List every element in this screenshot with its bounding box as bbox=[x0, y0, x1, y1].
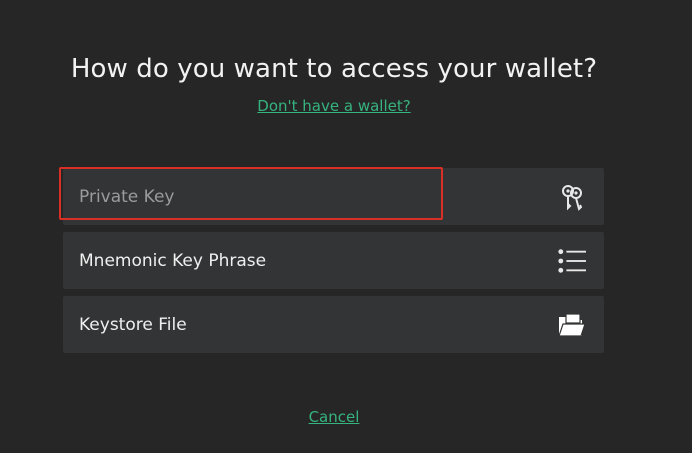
cancel-link[interactable]: Cancel bbox=[309, 408, 360, 426]
option-mnemonic-phrase[interactable]: Mnemonic Key Phrase bbox=[63, 232, 604, 289]
access-options-list: Private Key Mnemonic Key Phrase Keystore… bbox=[59, 167, 604, 360]
no-wallet-link[interactable]: Don't have a wallet? bbox=[257, 97, 410, 115]
dialog-title: How do you want to access your wallet? bbox=[70, 54, 598, 84]
no-wallet-link-container: Don't have a wallet? bbox=[0, 97, 668, 115]
option-keystore-file[interactable]: Keystore File bbox=[63, 296, 604, 353]
option-label: Private Key bbox=[79, 186, 175, 207]
option-private-key[interactable]: Private Key bbox=[59, 167, 604, 225]
access-wallet-dialog: How do you want to access your wallet? D… bbox=[0, 0, 692, 453]
keys-icon bbox=[558, 183, 586, 211]
folder-icon bbox=[558, 311, 586, 339]
list-icon bbox=[558, 247, 586, 275]
option-label: Keystore File bbox=[79, 314, 187, 335]
cancel-link-container: Cancel bbox=[0, 408, 668, 426]
option-label: Mnemonic Key Phrase bbox=[79, 250, 267, 271]
